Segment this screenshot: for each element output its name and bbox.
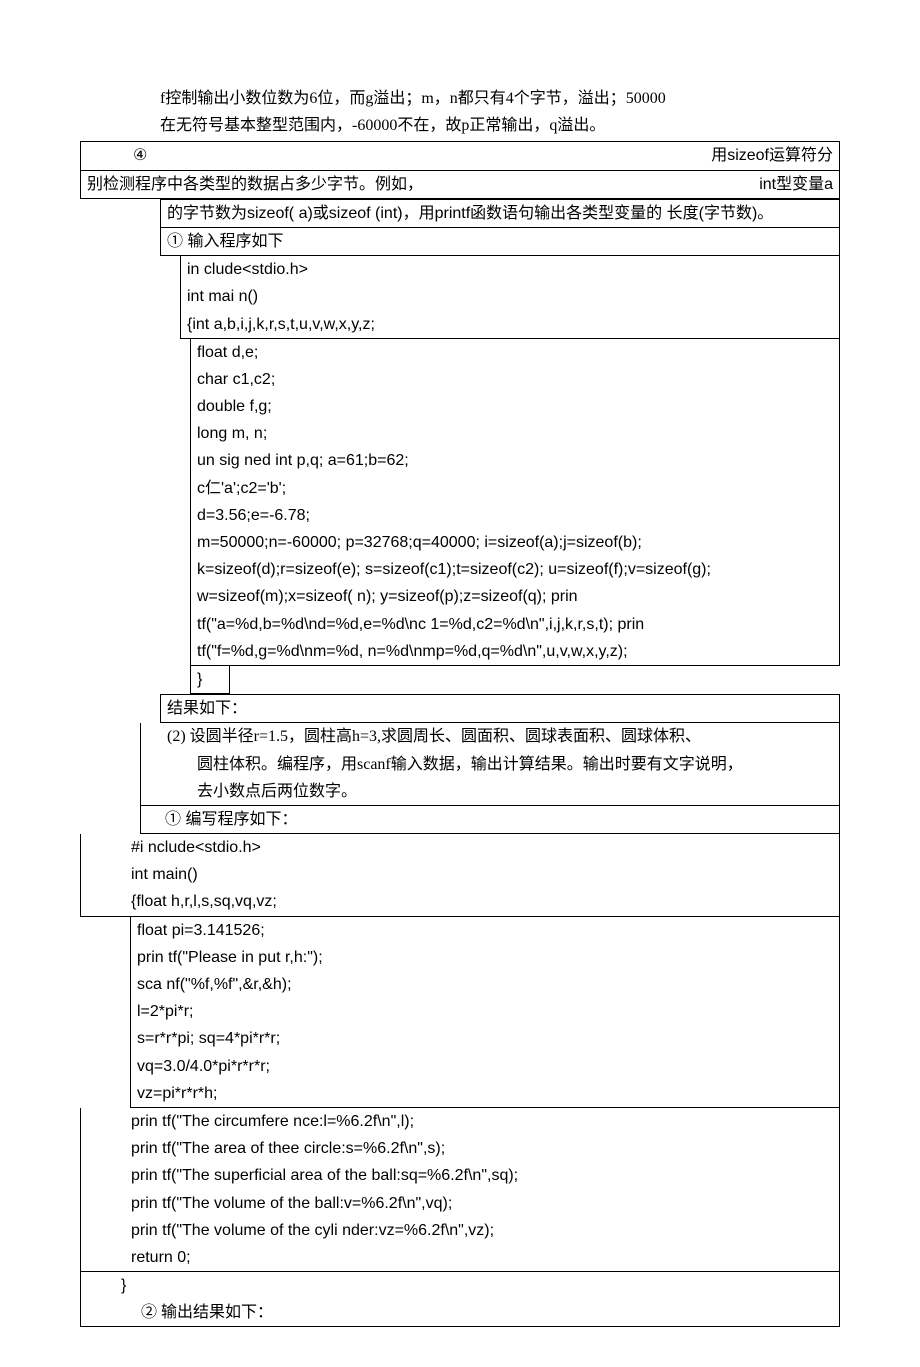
code3d-table: } ② 输出结果如下： (80, 1272, 840, 1327)
code2-11: tf("f=%d,g=%d\nm=%d, n=%d\nmp=%d,q=%d\n"… (197, 638, 833, 665)
code2-5: c仁'a';c2='b'; (197, 475, 833, 502)
code1-2: {int a,b,i,j,k,r,s,t,u,v,w,x,y,z; (187, 311, 833, 338)
c3d: } (121, 1272, 833, 1299)
text-detect: 别检测程序中各类型的数据占多少字节。例如， (87, 171, 423, 198)
code2-6: d=3.56;e=-6.78; (197, 502, 833, 529)
result1-label: 结果如下： (161, 695, 840, 723)
problem2-table: (2) 设圆半径r=1.5，圆柱高h=3,求圆周长、圆面积、圆球表面积、圆球体积… (140, 723, 840, 806)
table-row-6: 的字节数为sizeof( a)或sizeof (int)，用printf函数语句… (160, 199, 840, 228)
code2-2: double f,g; (197, 393, 833, 420)
c3b-0: float pi=3.141526; (137, 917, 833, 944)
c3c-0: prin tf("The circumfere nce:l=%6.2f\n",l… (131, 1108, 833, 1135)
code2-4: un sig ned int p,q; a=61;b=62; (197, 447, 833, 474)
p2-0: (2) 设圆半径r=1.5，圆柱高h=3,求圆周长、圆面积、圆球表面积、圆球体积… (147, 723, 833, 750)
c3b-1: prin tf("Please in put r,h:"); (137, 944, 833, 971)
code2-0: float d,e; (197, 339, 833, 366)
code1-0: in clude<stdio.h> (187, 256, 833, 283)
code2-end: } (191, 666, 230, 694)
c3b-2: sca nf("%f,%f",&r,&h); (137, 971, 833, 998)
step1-label: ① 输入程序如下 (161, 228, 840, 256)
step3-label: ② 输出结果如下： (121, 1299, 833, 1326)
code2-10: tf("a=%d,b=%d\nd=%d,e=%d\nc 1=%d,c2=%d\n… (197, 611, 833, 638)
code2-9: w=sizeof(m);x=sizeof( n); y=sizeof(p);z=… (197, 583, 833, 610)
page: f控制输出小数位数为6位，而g溢出；m，n都只有4个字节，溢出；50000 在无… (0, 0, 920, 1367)
code2-3: long m, n; (197, 420, 833, 447)
code3b-table: float pi=3.141526; prin tf("Please in pu… (130, 917, 840, 1108)
intro-line-1: f控制输出小数位数为6位，而g溢出；m，n都只有4个字节，溢出；50000 (80, 85, 840, 112)
code2-7: m=50000;n=-60000; p=32768;q=40000; i=siz… (197, 529, 833, 556)
c3c-2: prin tf("The superficial area of the bal… (131, 1162, 833, 1189)
c3b-4: s=r*r*pi; sq=4*pi*r*r; (137, 1025, 833, 1052)
code2-1: char c1,c2; (197, 366, 833, 393)
c3a-2: {float h,r,l,s,sq,vq,vz; (131, 888, 833, 915)
code2-end-table: } (190, 666, 230, 694)
c3a-0: #i nclude<stdio.h> (131, 834, 833, 861)
marker-4: ④ (87, 142, 147, 169)
code1-1: int mai n() (187, 283, 833, 310)
step2-table: ① 编写程序如下： (140, 806, 840, 834)
code3c-table: prin tf("The circumfere nce:l=%6.2f\n",l… (80, 1108, 840, 1272)
c3c-3: prin tf("The volume of the ball:v=%6.2f\… (131, 1190, 833, 1217)
c3a-1: int main() (131, 861, 833, 888)
p2-1: 圆柱体积。编程序，用scanf输入数据，输出计算结果。输出时要有文字说明， (147, 751, 833, 778)
p2-2: 去小数点后两位数字。 (147, 778, 833, 805)
c3b-3: l=2*pi*r; (137, 998, 833, 1025)
c3b-6: vz=pi*r*r*h; (137, 1080, 833, 1107)
intro-line-2: 在无符号基本整型范围内，-60000不在，故p正常输出，q溢出。 (80, 112, 840, 139)
c3c-1: prin tf("The area of thee circle:s=%6.2f… (131, 1135, 833, 1162)
table-row-4: ④ 用sizeof运算符分 (80, 141, 840, 170)
c3c-4: prin tf("The volume of the cyli nder:vz=… (131, 1217, 833, 1244)
code2-table: float d,e; char c1,c2; double f,g; long … (190, 339, 840, 666)
code2-8: k=sizeof(d);r=sizeof(e); s=sizeof(c1);t=… (197, 556, 833, 583)
c3b-5: vq=3.0/4.0*pi*r*r*r; (137, 1053, 833, 1080)
code1-table: in clude<stdio.h> int mai n() {int a,b,i… (180, 256, 840, 339)
table-row-5: 别检测程序中各类型的数据占多少字节。例如， int型变量a (80, 171, 840, 199)
step2-label: ① 编写程序如下： (141, 806, 840, 834)
result1-table: 结果如下： (160, 694, 840, 723)
text-bytes: 的字节数为sizeof( a)或sizeof (int)，用printf函数语句… (161, 199, 840, 227)
text-int-a: int型变量a (759, 171, 833, 198)
code3a-table: #i nclude<stdio.h> int main() {float h,r… (80, 834, 840, 917)
text-sizeof-right: 用sizeof运算符分 (711, 142, 833, 169)
c3c-5: return 0; (131, 1244, 833, 1271)
table-step1: ① 输入程序如下 (160, 228, 840, 256)
